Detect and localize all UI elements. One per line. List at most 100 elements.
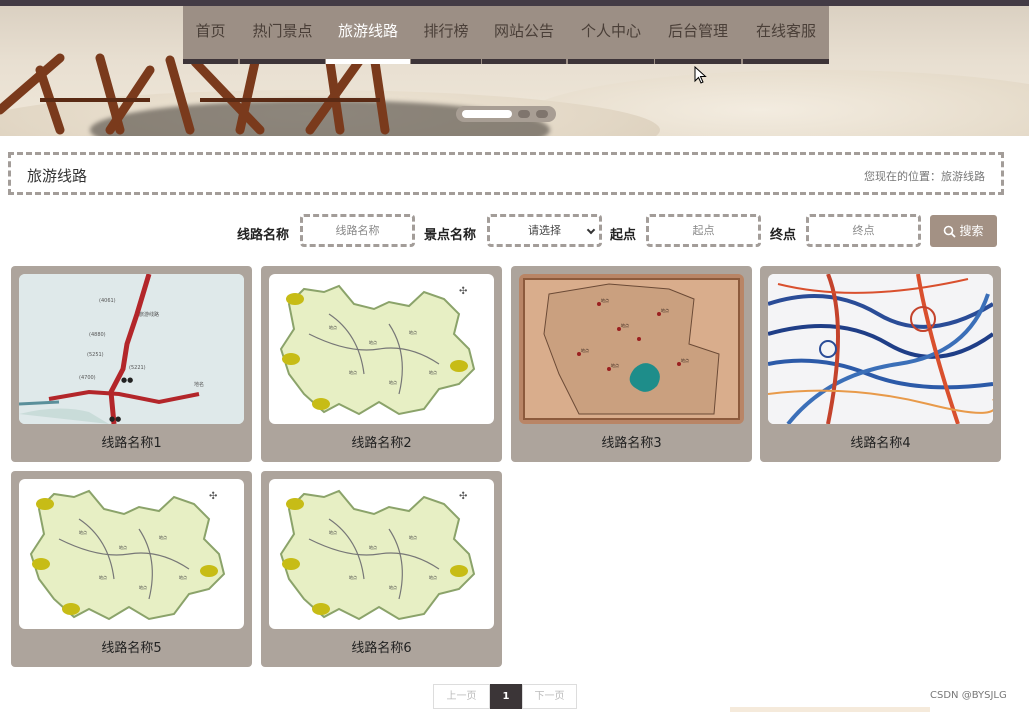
parchment-map-image: 地点地点地点 地点地点地点 [519, 274, 744, 424]
svg-text:地点: 地点 [79, 529, 87, 535]
spot-name-select[interactable]: 请选择 [487, 214, 602, 247]
route-card-1[interactable]: (4061) (4880) (5251) (4700) 旅游线路 (5221) … [11, 266, 252, 462]
nav-underline [568, 59, 654, 64]
svg-text:✣: ✣ [209, 491, 217, 502]
chevron-down-icon [586, 225, 596, 235]
slider-dot-2[interactable] [518, 110, 530, 118]
route-thumbnail: 地点 地点 地点 地点 地点 地点 ✣ [269, 479, 494, 629]
nav-item-label: 排行榜 [423, 22, 469, 40]
route-thumbnail: 地点 地点 地点 地点 地点 地点 ✣ [19, 479, 244, 629]
svg-text:✣: ✣ [459, 286, 467, 297]
svg-text:地点: 地点 [329, 324, 337, 330]
svg-text:地点: 地点 [369, 544, 377, 550]
nav-underline [655, 59, 741, 64]
start-placeholder: 起点 [692, 224, 715, 237]
svg-text:(4700): (4700) [79, 375, 96, 381]
route-card-5[interactable]: 地点 地点 地点 地点 地点 地点 ✣ 线路名称5 [11, 471, 252, 667]
end-placeholder: 终点 [852, 224, 875, 237]
section-header: 旅游线路 您现在的位置：旅游线路 [8, 152, 1004, 195]
route-card-name: 线路名称6 [351, 641, 412, 656]
mouse-cursor-icon [694, 66, 707, 84]
end-label: 终点 [770, 228, 797, 243]
svg-text:地点: 地点 [429, 574, 437, 580]
route-card-4[interactable]: 线路名称4 [760, 266, 1001, 462]
route-card-name: 线路名称5 [101, 641, 162, 656]
start-label: 起点 [610, 228, 637, 243]
svg-text:地点: 地点 [581, 347, 589, 353]
nav-underline [411, 59, 481, 64]
svg-text:(5221): (5221) [129, 365, 146, 371]
nav-item-home[interactable]: 首页 [183, 6, 238, 64]
nav-item-label: 个人中心 [580, 22, 641, 40]
route-card-3[interactable]: 地点 地点 地点 地点 地点 地点 线路名称3 [511, 266, 752, 462]
svg-text:地点: 地点 [179, 574, 187, 580]
svg-text:地点: 地点 [349, 369, 357, 375]
svg-text:地点: 地点 [409, 329, 417, 335]
nav-underline [240, 59, 325, 64]
watermark: CSDN @BYSJLG [930, 690, 1007, 701]
svg-text:地点: 地点 [389, 584, 397, 590]
slider-dot-3[interactable] [536, 110, 548, 118]
svg-text:地点: 地点 [369, 339, 377, 345]
route-thumbnail: (4061) (4880) (5251) (4700) 旅游线路 (5221) … [19, 274, 244, 424]
slider-dot-1[interactable] [462, 110, 512, 118]
nav-item-ranking[interactable]: 排行榜 [411, 6, 481, 64]
road-map-image: (4061) (4880) (5251) (4700) 旅游线路 (5221) … [19, 274, 244, 424]
breadcrumb: 您现在的位置：旅游线路 [864, 170, 985, 183]
province-map-image: 地点地点地点 地点地点地点 ✣ [279, 284, 476, 416]
nav-item-label: 网站公告 [493, 22, 554, 40]
nav-item-label: 在线客服 [755, 22, 816, 40]
search-button-label: 搜索 [959, 224, 984, 238]
page-1-button[interactable]: 1 [490, 684, 522, 709]
page-title: 旅游线路 [27, 167, 88, 185]
nav-item-announcements[interactable]: 网站公告 [482, 6, 566, 64]
nav-item-hot-spots[interactable]: 热门景点 [240, 6, 325, 64]
nav-item-label: 首页 [195, 22, 226, 40]
route-thumbnail: 地点 地点 地点 地点 地点 地点 [519, 274, 744, 424]
svg-text:地点: 地点 [429, 369, 437, 375]
nav-underline [482, 59, 566, 64]
route-card-2[interactable]: 地点 地点 地点 地点 地点 地点 ✣ 线路名称2 [261, 266, 502, 462]
route-name-placeholder: 线路名称 [335, 224, 380, 237]
svg-text:地点: 地点 [681, 357, 689, 363]
svg-text:地点: 地点 [119, 544, 127, 550]
svg-text:地点: 地点 [611, 362, 619, 368]
spot-name-selected-value: 请选择 [528, 224, 561, 237]
nav-underline-active [326, 59, 410, 64]
svg-text:地点: 地点 [349, 574, 357, 580]
nav-item-label: 旅游线路 [337, 22, 398, 40]
spot-name-label: 景点名称 [424, 228, 477, 243]
next-page-button[interactable]: 下一页 [522, 684, 577, 709]
route-card-name: 线路名称3 [601, 436, 662, 451]
nav-item-online-service[interactable]: 在线客服 [743, 6, 829, 64]
route-card-6[interactable]: 地点 地点 地点 地点 地点 地点 ✣ 线路名称6 [261, 471, 502, 667]
svg-text:地点: 地点 [621, 322, 629, 328]
end-input[interactable]: 终点 [806, 214, 921, 247]
route-thumbnail [768, 274, 993, 424]
svg-text:旅游线路: 旅游线路 [139, 311, 159, 318]
prev-page-button[interactable]: 上一页 [433, 684, 490, 709]
nav-underline [743, 59, 829, 64]
svg-text:✣: ✣ [459, 491, 467, 502]
svg-text:(4880): (4880) [89, 332, 106, 338]
search-button[interactable]: 搜索 [930, 215, 997, 247]
start-input[interactable]: 起点 [646, 214, 761, 247]
svg-text:地名: 地名 [194, 381, 204, 388]
route-card-name: 线路名称2 [351, 436, 412, 451]
route-card-name: 线路名称1 [101, 436, 162, 451]
footer-decoration [730, 707, 930, 712]
main-nav: 首页 热门景点 旅游线路 排行榜 网站公告 个人中心 后台管理 在线客服 [183, 6, 829, 64]
route-thumbnail: 地点 地点 地点 地点 地点 地点 ✣ [269, 274, 494, 424]
svg-text:●●: ●● [121, 376, 133, 384]
route-name-input[interactable]: 线路名称 [300, 214, 415, 247]
svg-text:地点: 地点 [159, 534, 167, 540]
route-card-name: 线路名称4 [850, 436, 911, 451]
nav-item-admin[interactable]: 后台管理 [655, 6, 741, 64]
nav-item-routes[interactable]: 旅游线路 [326, 6, 410, 64]
svg-text:地点: 地点 [661, 307, 669, 313]
nav-item-label: 后台管理 [667, 22, 728, 40]
banner-slider-indicator [456, 106, 556, 122]
svg-text:地点: 地点 [329, 529, 337, 535]
nav-item-profile[interactable]: 个人中心 [568, 6, 654, 64]
rail-map-image [768, 274, 993, 424]
